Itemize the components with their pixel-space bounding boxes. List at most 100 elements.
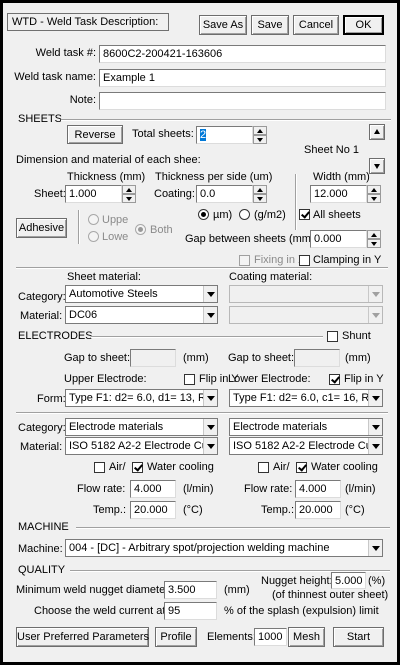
upper-temp-field[interactable]: 20.000	[130, 501, 176, 519]
weld-current-field[interactable]: 95	[164, 602, 217, 620]
start-button[interactable]: Start	[333, 627, 384, 647]
nugget-height-field[interactable]: 5.000	[331, 572, 366, 589]
sheet-width-field[interactable]: 12.000	[310, 185, 367, 203]
spin-up-icon[interactable]	[253, 185, 267, 194]
chevron-down-icon[interactable]	[368, 286, 382, 302]
spin-up-icon[interactable]	[367, 230, 381, 239]
spin-down-icon[interactable]	[367, 239, 381, 248]
spin-down-icon[interactable]	[122, 194, 136, 203]
gap-spinner[interactable]	[367, 230, 381, 248]
clamping-y-checkbox[interactable]	[299, 255, 310, 266]
total-sheets-spinner[interactable]	[253, 126, 267, 144]
spin-up-icon[interactable]	[253, 126, 267, 135]
chevron-down-icon[interactable]	[203, 286, 217, 302]
total-sheets-field[interactable]: 2	[196, 126, 253, 144]
upper-category-select[interactable]: Electrode materials	[65, 418, 218, 436]
chevron-down-icon[interactable]	[368, 419, 382, 435]
cancel-button[interactable]: Cancel	[293, 15, 339, 35]
spin-down-icon[interactable]	[253, 194, 267, 203]
machine-select[interactable]: 004 - [DC] - Arbitrary spot/projection w…	[65, 539, 383, 557]
profile-button[interactable]: Profile	[155, 627, 197, 647]
chevron-down-icon[interactable]	[368, 540, 382, 556]
total-sheets-value: 2	[200, 129, 207, 141]
chevron-down-icon[interactable]	[368, 438, 382, 454]
sheet-number-label: Sheet No 1	[304, 144, 360, 156]
spin-up-icon[interactable]	[367, 185, 381, 194]
width-spinner[interactable]	[367, 185, 381, 203]
coating-thickness-field[interactable]: 0.0	[196, 185, 253, 203]
dialog-title: WTD - Weld Task Description:	[7, 13, 169, 31]
upper-material-select[interactable]: ISO 5182 A2-2 Electrode Cu	[65, 437, 218, 455]
lower-flip-y-label: Flip in Y	[344, 373, 384, 385]
lower-flow-rate-field[interactable]: 4.000	[295, 480, 341, 498]
user-preferred-parameters-button[interactable]: User Preferred Parameters	[16, 627, 149, 647]
upper-air-checkbox[interactable]	[94, 462, 105, 473]
coating-material-select[interactable]	[229, 306, 383, 324]
chevron-down-icon[interactable]	[203, 390, 217, 406]
thickness-spinner[interactable]	[122, 185, 136, 203]
sheet-material-select[interactable]: DC06	[65, 306, 218, 324]
save-button[interactable]: Save	[251, 15, 289, 35]
weld-task-dialog: WTD - Weld Task Description: Save As Sav…	[3, 3, 397, 662]
weld-task-name-field[interactable]: Example 1	[99, 69, 386, 87]
sheet-thickness-field[interactable]: 1.000	[65, 185, 122, 203]
electrodes-section-title: ELECTRODES	[18, 330, 93, 342]
adhesive-upper-label: Uppe	[102, 214, 129, 226]
coating-spinner[interactable]	[253, 185, 267, 203]
lower-temp-field[interactable]: 20.000	[295, 501, 341, 519]
upper-temp-unit: (°C)	[183, 504, 203, 516]
electrodes-divider	[91, 336, 323, 338]
form-label: Form:	[37, 393, 66, 405]
all-sheets-checkbox[interactable]	[299, 209, 310, 220]
upper-flow-rate-label: Flow rate:	[77, 483, 126, 495]
nugget-diameter-field[interactable]: 3.500	[164, 581, 217, 599]
spin-up-icon[interactable]	[122, 185, 136, 194]
chevron-down-icon[interactable]	[368, 307, 382, 323]
chevron-down-icon[interactable]	[203, 438, 217, 454]
upper-category-value: Electrode materials	[69, 421, 164, 433]
adhesive-button[interactable]: Adhesive	[16, 218, 67, 238]
lower-flip-y-checkbox[interactable]	[329, 374, 340, 385]
machine-section-title: MACHINE	[18, 521, 69, 533]
sheet-category-select[interactable]: Automotive Steels	[65, 285, 218, 303]
adhesive-lower-radio[interactable]	[88, 231, 99, 242]
unit-gm2-radio[interactable]	[239, 209, 250, 220]
upper-flow-rate-field[interactable]: 4.000	[130, 480, 176, 498]
save-as-button[interactable]: Save As	[199, 15, 247, 35]
lower-water-cooling-checkbox[interactable]	[296, 462, 307, 473]
spin-down-icon[interactable]	[367, 194, 381, 203]
upper-gap-field[interactable]	[130, 349, 176, 367]
ok-button[interactable]: OK	[343, 15, 384, 35]
upper-form-select[interactable]: Type F1: d2= 6.0, d1= 13, R	[65, 389, 218, 407]
upper-form-value: Type F1: d2= 6.0, d1= 13, R	[69, 392, 206, 404]
chevron-down-icon[interactable]	[203, 419, 217, 435]
weld-task-number-field[interactable]: 8600C2-200421-163606	[99, 45, 386, 63]
reverse-button[interactable]: Reverse	[67, 125, 123, 144]
sheet-previous-button[interactable]	[369, 124, 385, 140]
gap-between-sheets-field[interactable]: 0.000	[310, 230, 367, 248]
lower-air-checkbox[interactable]	[258, 462, 269, 473]
chevron-down-icon[interactable]	[203, 307, 217, 323]
sheet-next-button[interactable]	[369, 158, 385, 174]
adhesive-both-radio[interactable]	[135, 224, 146, 235]
chevron-down-icon[interactable]	[368, 390, 382, 406]
upper-water-cooling-checkbox[interactable]	[132, 462, 143, 473]
note-field[interactable]	[99, 92, 386, 110]
fixing-x-checkbox[interactable]	[239, 255, 250, 266]
mesh-button[interactable]: Mesh	[288, 627, 325, 647]
spin-down-icon[interactable]	[253, 135, 267, 144]
upper-flip-y-checkbox[interactable]	[184, 374, 195, 385]
adhesive-divider	[78, 210, 80, 244]
shunt-checkbox[interactable]	[327, 331, 338, 342]
coating-category-select[interactable]	[229, 285, 383, 303]
unit-um-radio[interactable]	[198, 209, 209, 220]
sheet-category-label: Category:	[18, 291, 66, 303]
elements-field[interactable]: 1000	[254, 628, 287, 646]
lower-material-select[interactable]: ISO 5182 A2-2 Electrode Cu	[229, 437, 383, 455]
nugget-height-label: Nugget height:	[261, 575, 333, 587]
lower-category-select[interactable]: Electrode materials	[229, 418, 383, 436]
lower-gap-field[interactable]	[294, 349, 340, 367]
coating-header: Thickness per side (um)	[155, 171, 273, 183]
lower-form-select[interactable]: Type F1: d2= 6.0, c1= 16, R	[229, 389, 383, 407]
adhesive-upper-radio[interactable]	[88, 214, 99, 225]
